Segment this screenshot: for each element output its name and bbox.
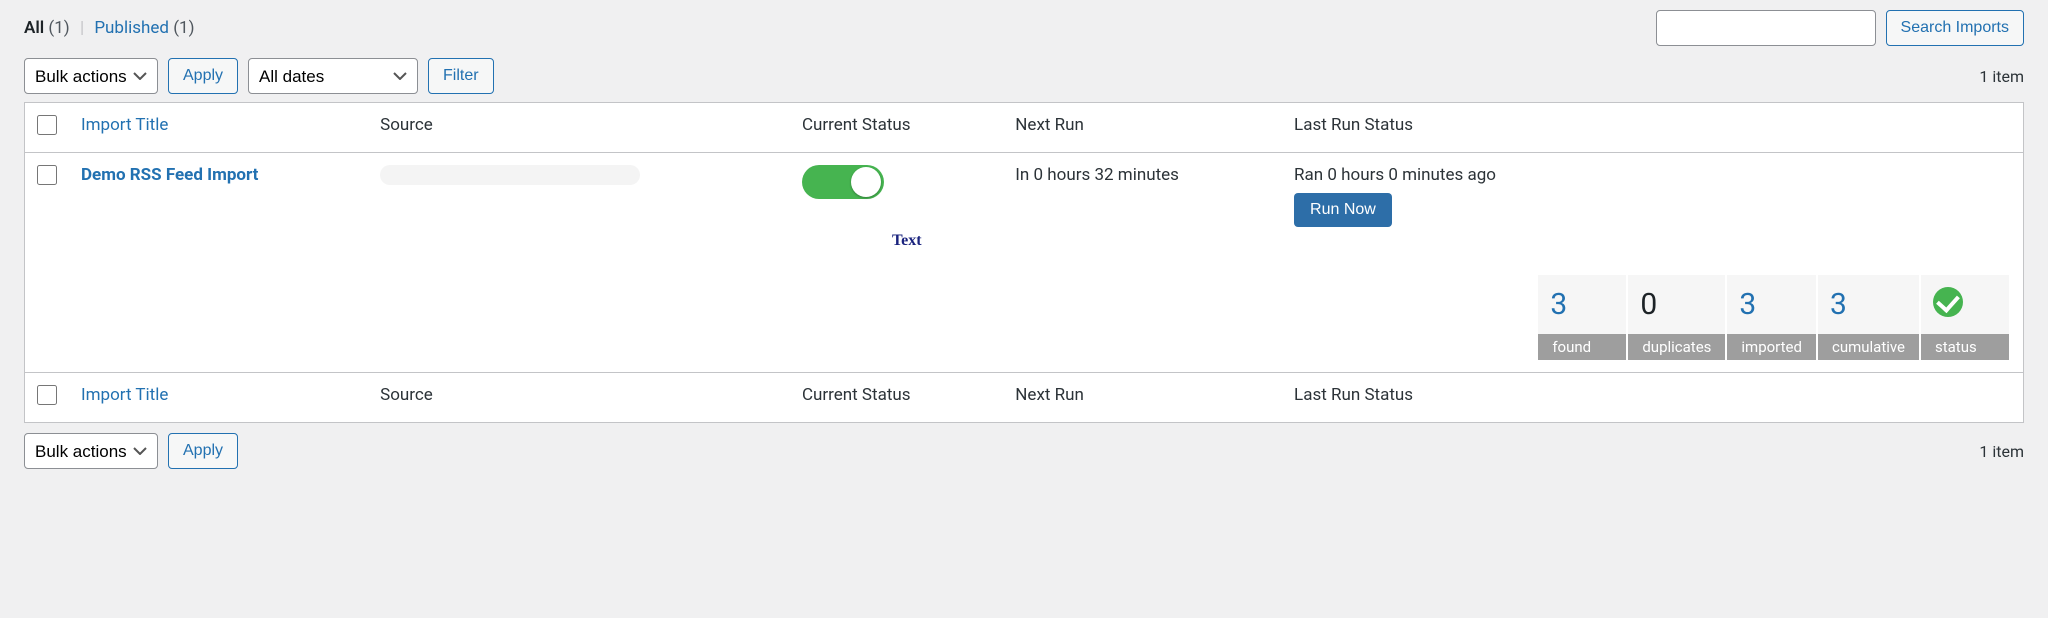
footer-next-run: Next Run <box>1003 373 1282 423</box>
header-title-label: Import Title <box>81 115 168 135</box>
check-icon <box>1933 287 1963 317</box>
imports-table: Import Title Source Current Status Next … <box>24 102 2024 423</box>
header-checkbox-cell <box>25 103 70 153</box>
row-title-cell: Demo RSS Feed Import <box>69 153 368 373</box>
stat-imported-label: imported <box>1727 334 1816 360</box>
stat-duplicates-label: duplicates <box>1628 334 1725 360</box>
header-title[interactable]: Import Title <box>69 103 368 153</box>
row-title-link[interactable]: Demo RSS Feed Import <box>81 165 258 185</box>
footer-source: Source <box>368 373 790 423</box>
stat-duplicates-value: 0 <box>1628 275 1725 334</box>
search-box: Search Imports <box>1656 10 2024 46</box>
footer-last-run: Last Run Status <box>1282 373 2023 423</box>
row-checkbox[interactable] <box>37 165 57 185</box>
filter-button[interactable]: Filter <box>428 58 494 94</box>
top-row: All (1) | Published (1) Search Imports <box>24 10 2024 46</box>
header-last-run: Last Run Status <box>1282 103 2023 153</box>
footer-checkbox-cell <box>25 373 70 423</box>
item-count-bottom: 1 item <box>1979 442 2024 461</box>
search-button[interactable]: Search Imports <box>1886 10 2024 46</box>
select-all-checkbox-bottom[interactable] <box>37 385 57 405</box>
dates-select[interactable]: All dates <box>248 58 418 94</box>
footer-status: Current Status <box>790 373 1003 423</box>
header-next-run: Next Run <box>1003 103 1282 153</box>
table-footer-row: Import Title Source Current Status Next … <box>25 373 2024 423</box>
search-input[interactable] <box>1656 10 1876 46</box>
redacted-source <box>380 165 640 185</box>
stat-cumulative-label: cumulative <box>1818 334 1919 360</box>
filter-published-count: (1) <box>173 18 194 38</box>
filter-all-count: (1) <box>48 18 69 38</box>
table-row: Demo RSS Feed Import Text In 0 hours 32 … <box>25 153 2024 373</box>
row-checkbox-cell <box>25 153 70 373</box>
stat-cumulative-value: 3 <box>1818 275 1919 334</box>
bulk-actions-select-bottom[interactable]: Bulk actions <box>24 433 158 469</box>
text-overlay: Text <box>892 232 991 250</box>
item-count-top: 1 item <box>1979 67 2024 86</box>
status-toggle[interactable] <box>802 165 884 199</box>
header-status: Current Status <box>790 103 1003 153</box>
stats-labels-row: found duplicates imported cumulative sta… <box>1538 334 2009 360</box>
stat-status-label: status <box>1921 334 2009 360</box>
run-now-button[interactable]: Run Now <box>1294 193 1392 227</box>
apply-button-bottom[interactable]: Apply <box>168 433 238 469</box>
row-status-cell: Text <box>790 153 1003 373</box>
filter-published-label: Published <box>94 18 169 38</box>
select-all-checkbox-top[interactable] <box>37 115 57 135</box>
row-source-cell <box>368 153 790 373</box>
controls-row-bottom: Bulk actions Apply 1 item <box>24 433 2024 469</box>
stats-table: 3 0 3 3 found duplicates imported <box>1536 275 2011 360</box>
controls-row-top: Bulk actions Apply All dates Filter 1 it… <box>24 58 2024 94</box>
last-run-text: Ran 0 hours 0 minutes ago <box>1294 165 2011 185</box>
header-source: Source <box>368 103 790 153</box>
stat-found-label: found <box>1538 334 1626 360</box>
row-last-run-cell: Ran 0 hours 0 minutes ago Run Now 3 0 3 … <box>1282 153 2023 373</box>
apply-button-top[interactable]: Apply <box>168 58 238 94</box>
footer-title[interactable]: Import Title <box>69 373 368 423</box>
controls-left-top: Bulk actions Apply All dates Filter <box>24 58 494 94</box>
table-header-row: Import Title Source Current Status Next … <box>25 103 2024 153</box>
stat-found-value: 3 <box>1538 275 1626 334</box>
stats-values-row: 3 0 3 3 <box>1538 275 2009 334</box>
filter-all-label: All <box>24 18 44 38</box>
toggle-knob <box>851 167 881 197</box>
stats-row: 3 0 3 3 found duplicates imported <box>1294 275 2011 360</box>
filter-published-link[interactable]: Published (1) <box>94 18 194 38</box>
bulk-actions-select-top[interactable]: Bulk actions <box>24 58 158 94</box>
row-next-run-cell: In 0 hours 32 minutes <box>1003 153 1282 373</box>
filter-all-link[interactable]: All (1) <box>24 18 74 38</box>
filter-links: All (1) | Published (1) <box>24 18 195 38</box>
stat-status-value <box>1921 275 2009 334</box>
controls-left-bottom: Bulk actions Apply <box>24 433 238 469</box>
filter-separator: | <box>80 18 84 38</box>
footer-title-label: Import Title <box>81 385 168 405</box>
stat-imported-value: 3 <box>1727 275 1816 334</box>
